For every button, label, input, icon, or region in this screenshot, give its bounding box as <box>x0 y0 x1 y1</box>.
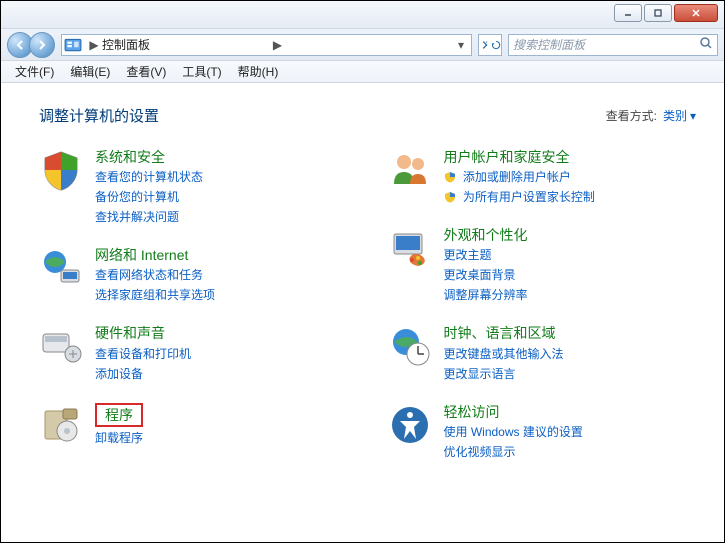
view-by-label: 查看方式: <box>606 107 657 124</box>
category-link[interactable]: 选择家庭组和共享选项 <box>95 286 215 304</box>
category-link[interactable]: 卸载程序 <box>95 429 143 447</box>
category-title[interactable]: 硬件和声音 <box>95 324 191 342</box>
control-panel-icon <box>64 37 82 53</box>
category-link[interactable]: 为所有用户设置家长控制 <box>444 188 595 206</box>
search-input[interactable] <box>513 38 699 52</box>
category-title[interactable]: 时钟、语言和区域 <box>444 324 564 342</box>
category-users: 用户帐户和家庭安全 添加或删除用户帐户 为所有用户设置家长控制 <box>388 148 697 206</box>
chevron-down-icon: ▾ <box>690 109 696 123</box>
menu-help[interactable]: 帮助(H) <box>230 61 287 82</box>
view-by: 查看方式: 类别 ▾ <box>606 107 696 124</box>
category-title[interactable]: 网络和 Internet <box>95 246 215 264</box>
network-icon <box>39 246 83 290</box>
category-link[interactable]: 更改主题 <box>444 246 528 264</box>
category-link[interactable]: 添加或删除用户帐户 <box>444 168 595 186</box>
category-title[interactable]: 程序 <box>105 407 133 423</box>
breadcrumb-location[interactable]: 控制面板 <box>102 36 270 53</box>
maximize-button[interactable] <box>644 4 672 22</box>
minimize-button[interactable] <box>614 4 642 22</box>
address-bar: ▶ 控制面板 ▶ ▾ <box>1 29 724 61</box>
category-link[interactable]: 优化视频显示 <box>444 443 583 461</box>
menu-bar: 文件(F) 编辑(E) 查看(V) 工具(T) 帮助(H) <box>1 61 724 83</box>
menu-view[interactable]: 查看(V) <box>118 61 174 82</box>
breadcrumb-chevron-icon[interactable]: ▶ <box>270 38 286 52</box>
right-column: 用户帐户和家庭安全 添加或删除用户帐户 为所有用户设置家长控制 外观 <box>388 148 697 461</box>
category-title[interactable]: 用户帐户和家庭安全 <box>444 148 595 166</box>
hardware-icon <box>39 324 83 368</box>
category-ease-access: 轻松访问 使用 Windows 建议的设置 优化视频显示 <box>388 403 697 461</box>
menu-tools[interactable]: 工具(T) <box>174 61 229 82</box>
category-title[interactable]: 轻松访问 <box>444 403 583 421</box>
appearance-icon <box>388 226 432 270</box>
search-box[interactable] <box>508 34 718 56</box>
category-link[interactable]: 查看网络状态和任务 <box>95 266 215 284</box>
address-box[interactable]: ▶ 控制面板 ▶ ▾ <box>61 34 472 56</box>
category-clock: 时钟、语言和区域 更改键盘或其他输入法 更改显示语言 <box>388 324 697 382</box>
search-icon[interactable] <box>699 36 713 53</box>
programs-icon <box>39 403 83 447</box>
category-link[interactable]: 备份您的计算机 <box>95 188 203 206</box>
menu-edit[interactable]: 编辑(E) <box>62 61 118 82</box>
left-column: 系统和安全 查看您的计算机状态 备份您的计算机 查找并解决问题 网络和 Inte… <box>39 148 348 461</box>
breadcrumb-chevron-icon[interactable]: ▶ <box>86 38 102 52</box>
category-link[interactable]: 更改显示语言 <box>444 365 564 383</box>
uac-shield-icon <box>444 170 456 182</box>
category-system-security: 系统和安全 查看您的计算机状态 备份您的计算机 查找并解决问题 <box>39 148 348 226</box>
category-link[interactable]: 调整屏幕分辨率 <box>444 286 528 304</box>
shield-icon <box>39 148 83 192</box>
ease-icon <box>388 403 432 447</box>
view-by-dropdown[interactable]: 类别 ▾ <box>663 107 696 124</box>
category-link[interactable]: 添加设备 <box>95 365 191 383</box>
forward-button[interactable] <box>29 32 55 58</box>
address-dropdown-icon[interactable]: ▾ <box>453 38 469 52</box>
category-title[interactable]: 系统和安全 <box>95 148 203 166</box>
category-link[interactable]: 查找并解决问题 <box>95 208 203 226</box>
category-hardware: 硬件和声音 查看设备和打印机 添加设备 <box>39 324 348 382</box>
menu-file[interactable]: 文件(F) <box>7 61 62 82</box>
users-icon <box>388 148 432 192</box>
category-link[interactable]: 更改键盘或其他输入法 <box>444 345 564 363</box>
uac-shield-icon <box>444 190 456 202</box>
close-button[interactable] <box>674 4 718 22</box>
category-link[interactable]: 使用 Windows 建议的设置 <box>444 423 583 441</box>
category-link[interactable]: 查看您的计算机状态 <box>95 168 203 186</box>
category-programs: 程序 卸载程序 <box>39 403 348 447</box>
window-titlebar <box>1 1 724 29</box>
clock-icon <box>388 324 432 368</box>
category-title[interactable]: 外观和个性化 <box>444 226 528 244</box>
refresh-button[interactable] <box>478 34 502 56</box>
page-heading: 调整计算机的设置 <box>39 105 159 126</box>
category-appearance: 外观和个性化 更改主题 更改桌面背景 调整屏幕分辨率 <box>388 226 697 304</box>
content-area: 调整计算机的设置 查看方式: 类别 ▾ 系统和安全 查看您的计算机状态 备份您的… <box>1 83 724 542</box>
category-link[interactable]: 查看设备和打印机 <box>95 345 191 363</box>
category-link[interactable]: 更改桌面背景 <box>444 266 528 284</box>
category-network: 网络和 Internet 查看网络状态和任务 选择家庭组和共享选项 <box>39 246 348 304</box>
